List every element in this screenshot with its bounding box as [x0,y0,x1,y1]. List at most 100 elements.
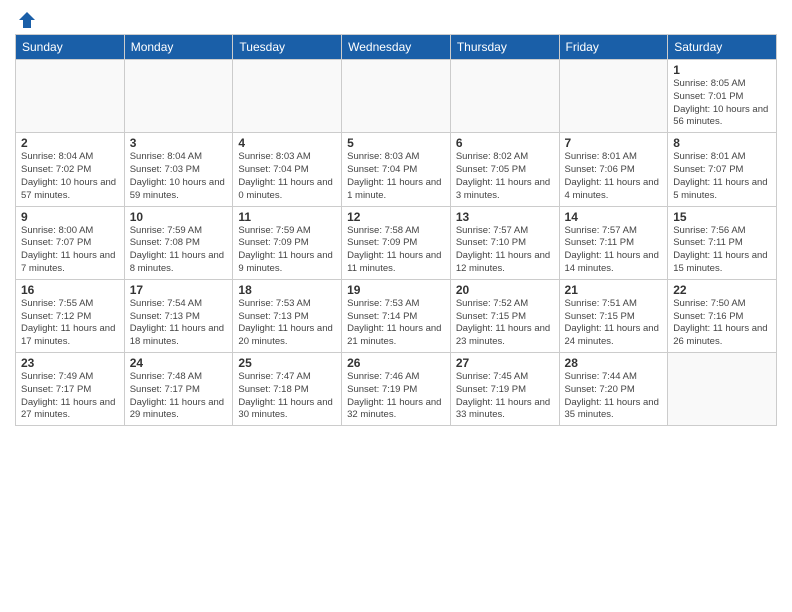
day-number: 5 [347,136,445,150]
day-number: 3 [130,136,228,150]
day-info: Sunrise: 7:49 AM Sunset: 7:17 PM Dayligh… [21,371,119,422]
calendar-cell: 15Sunrise: 7:56 AM Sunset: 7:11 PM Dayli… [668,206,777,279]
day-info: Sunrise: 7:50 AM Sunset: 7:16 PM Dayligh… [673,298,771,349]
day-number: 14 [565,210,663,224]
calendar-cell [450,60,559,133]
day-info: Sunrise: 7:48 AM Sunset: 7:17 PM Dayligh… [130,371,228,422]
calendar-cell [559,60,668,133]
day-info: Sunrise: 7:59 AM Sunset: 7:08 PM Dayligh… [130,225,228,276]
day-number: 20 [456,283,554,297]
day-info: Sunrise: 7:57 AM Sunset: 7:11 PM Dayligh… [565,225,663,276]
day-number: 1 [673,63,771,77]
weekday-header: Saturday [668,35,777,60]
day-number: 21 [565,283,663,297]
day-number: 27 [456,356,554,370]
day-info: Sunrise: 8:01 AM Sunset: 7:06 PM Dayligh… [565,151,663,202]
calendar-cell: 2Sunrise: 8:04 AM Sunset: 7:02 PM Daylig… [16,133,125,206]
day-info: Sunrise: 7:54 AM Sunset: 7:13 PM Dayligh… [130,298,228,349]
logo [15,10,37,26]
day-number: 2 [21,136,119,150]
day-info: Sunrise: 7:53 AM Sunset: 7:13 PM Dayligh… [238,298,336,349]
day-info: Sunrise: 7:57 AM Sunset: 7:10 PM Dayligh… [456,225,554,276]
weekday-header: Monday [124,35,233,60]
calendar-week-row: 2Sunrise: 8:04 AM Sunset: 7:02 PM Daylig… [16,133,777,206]
day-info: Sunrise: 8:03 AM Sunset: 7:04 PM Dayligh… [347,151,445,202]
day-info: Sunrise: 7:47 AM Sunset: 7:18 PM Dayligh… [238,371,336,422]
day-info: Sunrise: 7:53 AM Sunset: 7:14 PM Dayligh… [347,298,445,349]
day-info: Sunrise: 7:59 AM Sunset: 7:09 PM Dayligh… [238,225,336,276]
day-info: Sunrise: 8:04 AM Sunset: 7:03 PM Dayligh… [130,151,228,202]
day-info: Sunrise: 7:52 AM Sunset: 7:15 PM Dayligh… [456,298,554,349]
calendar-cell: 11Sunrise: 7:59 AM Sunset: 7:09 PM Dayli… [233,206,342,279]
calendar-cell: 3Sunrise: 8:04 AM Sunset: 7:03 PM Daylig… [124,133,233,206]
day-number: 4 [238,136,336,150]
day-info: Sunrise: 8:04 AM Sunset: 7:02 PM Dayligh… [21,151,119,202]
weekday-header: Wednesday [342,35,451,60]
day-info: Sunrise: 7:44 AM Sunset: 7:20 PM Dayligh… [565,371,663,422]
day-number: 15 [673,210,771,224]
day-info: Sunrise: 7:58 AM Sunset: 7:09 PM Dayligh… [347,225,445,276]
day-number: 24 [130,356,228,370]
weekday-header: Thursday [450,35,559,60]
day-info: Sunrise: 8:02 AM Sunset: 7:05 PM Dayligh… [456,151,554,202]
weekday-header: Sunday [16,35,125,60]
day-number: 17 [130,283,228,297]
weekday-header-row: SundayMondayTuesdayWednesdayThursdayFrid… [16,35,777,60]
calendar-cell [233,60,342,133]
day-number: 8 [673,136,771,150]
day-info: Sunrise: 8:05 AM Sunset: 7:01 PM Dayligh… [673,78,771,129]
calendar-cell: 24Sunrise: 7:48 AM Sunset: 7:17 PM Dayli… [124,353,233,426]
calendar-cell: 26Sunrise: 7:46 AM Sunset: 7:19 PM Dayli… [342,353,451,426]
day-number: 10 [130,210,228,224]
header [15,10,777,26]
calendar-cell: 19Sunrise: 7:53 AM Sunset: 7:14 PM Dayli… [342,279,451,352]
calendar-cell: 28Sunrise: 7:44 AM Sunset: 7:20 PM Dayli… [559,353,668,426]
calendar-week-row: 1Sunrise: 8:05 AM Sunset: 7:01 PM Daylig… [16,60,777,133]
calendar-cell: 27Sunrise: 7:45 AM Sunset: 7:19 PM Dayli… [450,353,559,426]
day-number: 12 [347,210,445,224]
calendar: SundayMondayTuesdayWednesdayThursdayFrid… [15,34,777,426]
calendar-cell: 5Sunrise: 8:03 AM Sunset: 7:04 PM Daylig… [342,133,451,206]
calendar-cell: 9Sunrise: 8:00 AM Sunset: 7:07 PM Daylig… [16,206,125,279]
day-number: 25 [238,356,336,370]
calendar-cell: 1Sunrise: 8:05 AM Sunset: 7:01 PM Daylig… [668,60,777,133]
calendar-cell: 25Sunrise: 7:47 AM Sunset: 7:18 PM Dayli… [233,353,342,426]
calendar-week-row: 9Sunrise: 8:00 AM Sunset: 7:07 PM Daylig… [16,206,777,279]
day-info: Sunrise: 8:01 AM Sunset: 7:07 PM Dayligh… [673,151,771,202]
day-number: 23 [21,356,119,370]
day-number: 18 [238,283,336,297]
page: SundayMondayTuesdayWednesdayThursdayFrid… [0,0,792,612]
day-info: Sunrise: 8:03 AM Sunset: 7:04 PM Dayligh… [238,151,336,202]
weekday-header: Tuesday [233,35,342,60]
day-info: Sunrise: 7:55 AM Sunset: 7:12 PM Dayligh… [21,298,119,349]
calendar-cell: 17Sunrise: 7:54 AM Sunset: 7:13 PM Dayli… [124,279,233,352]
logo-icon [17,10,37,30]
calendar-cell: 12Sunrise: 7:58 AM Sunset: 7:09 PM Dayli… [342,206,451,279]
calendar-cell: 16Sunrise: 7:55 AM Sunset: 7:12 PM Dayli… [16,279,125,352]
weekday-header: Friday [559,35,668,60]
calendar-cell: 6Sunrise: 8:02 AM Sunset: 7:05 PM Daylig… [450,133,559,206]
day-number: 26 [347,356,445,370]
calendar-week-row: 23Sunrise: 7:49 AM Sunset: 7:17 PM Dayli… [16,353,777,426]
day-info: Sunrise: 7:46 AM Sunset: 7:19 PM Dayligh… [347,371,445,422]
calendar-cell: 8Sunrise: 8:01 AM Sunset: 7:07 PM Daylig… [668,133,777,206]
day-info: Sunrise: 7:56 AM Sunset: 7:11 PM Dayligh… [673,225,771,276]
day-number: 9 [21,210,119,224]
day-number: 22 [673,283,771,297]
day-number: 13 [456,210,554,224]
calendar-cell: 7Sunrise: 8:01 AM Sunset: 7:06 PM Daylig… [559,133,668,206]
calendar-cell: 22Sunrise: 7:50 AM Sunset: 7:16 PM Dayli… [668,279,777,352]
day-number: 6 [456,136,554,150]
day-info: Sunrise: 8:00 AM Sunset: 7:07 PM Dayligh… [21,225,119,276]
day-info: Sunrise: 7:51 AM Sunset: 7:15 PM Dayligh… [565,298,663,349]
calendar-cell: 20Sunrise: 7:52 AM Sunset: 7:15 PM Dayli… [450,279,559,352]
calendar-cell [124,60,233,133]
day-number: 11 [238,210,336,224]
day-number: 19 [347,283,445,297]
calendar-cell: 13Sunrise: 7:57 AM Sunset: 7:10 PM Dayli… [450,206,559,279]
calendar-cell [342,60,451,133]
calendar-cell: 23Sunrise: 7:49 AM Sunset: 7:17 PM Dayli… [16,353,125,426]
day-number: 7 [565,136,663,150]
day-number: 16 [21,283,119,297]
calendar-cell: 4Sunrise: 8:03 AM Sunset: 7:04 PM Daylig… [233,133,342,206]
